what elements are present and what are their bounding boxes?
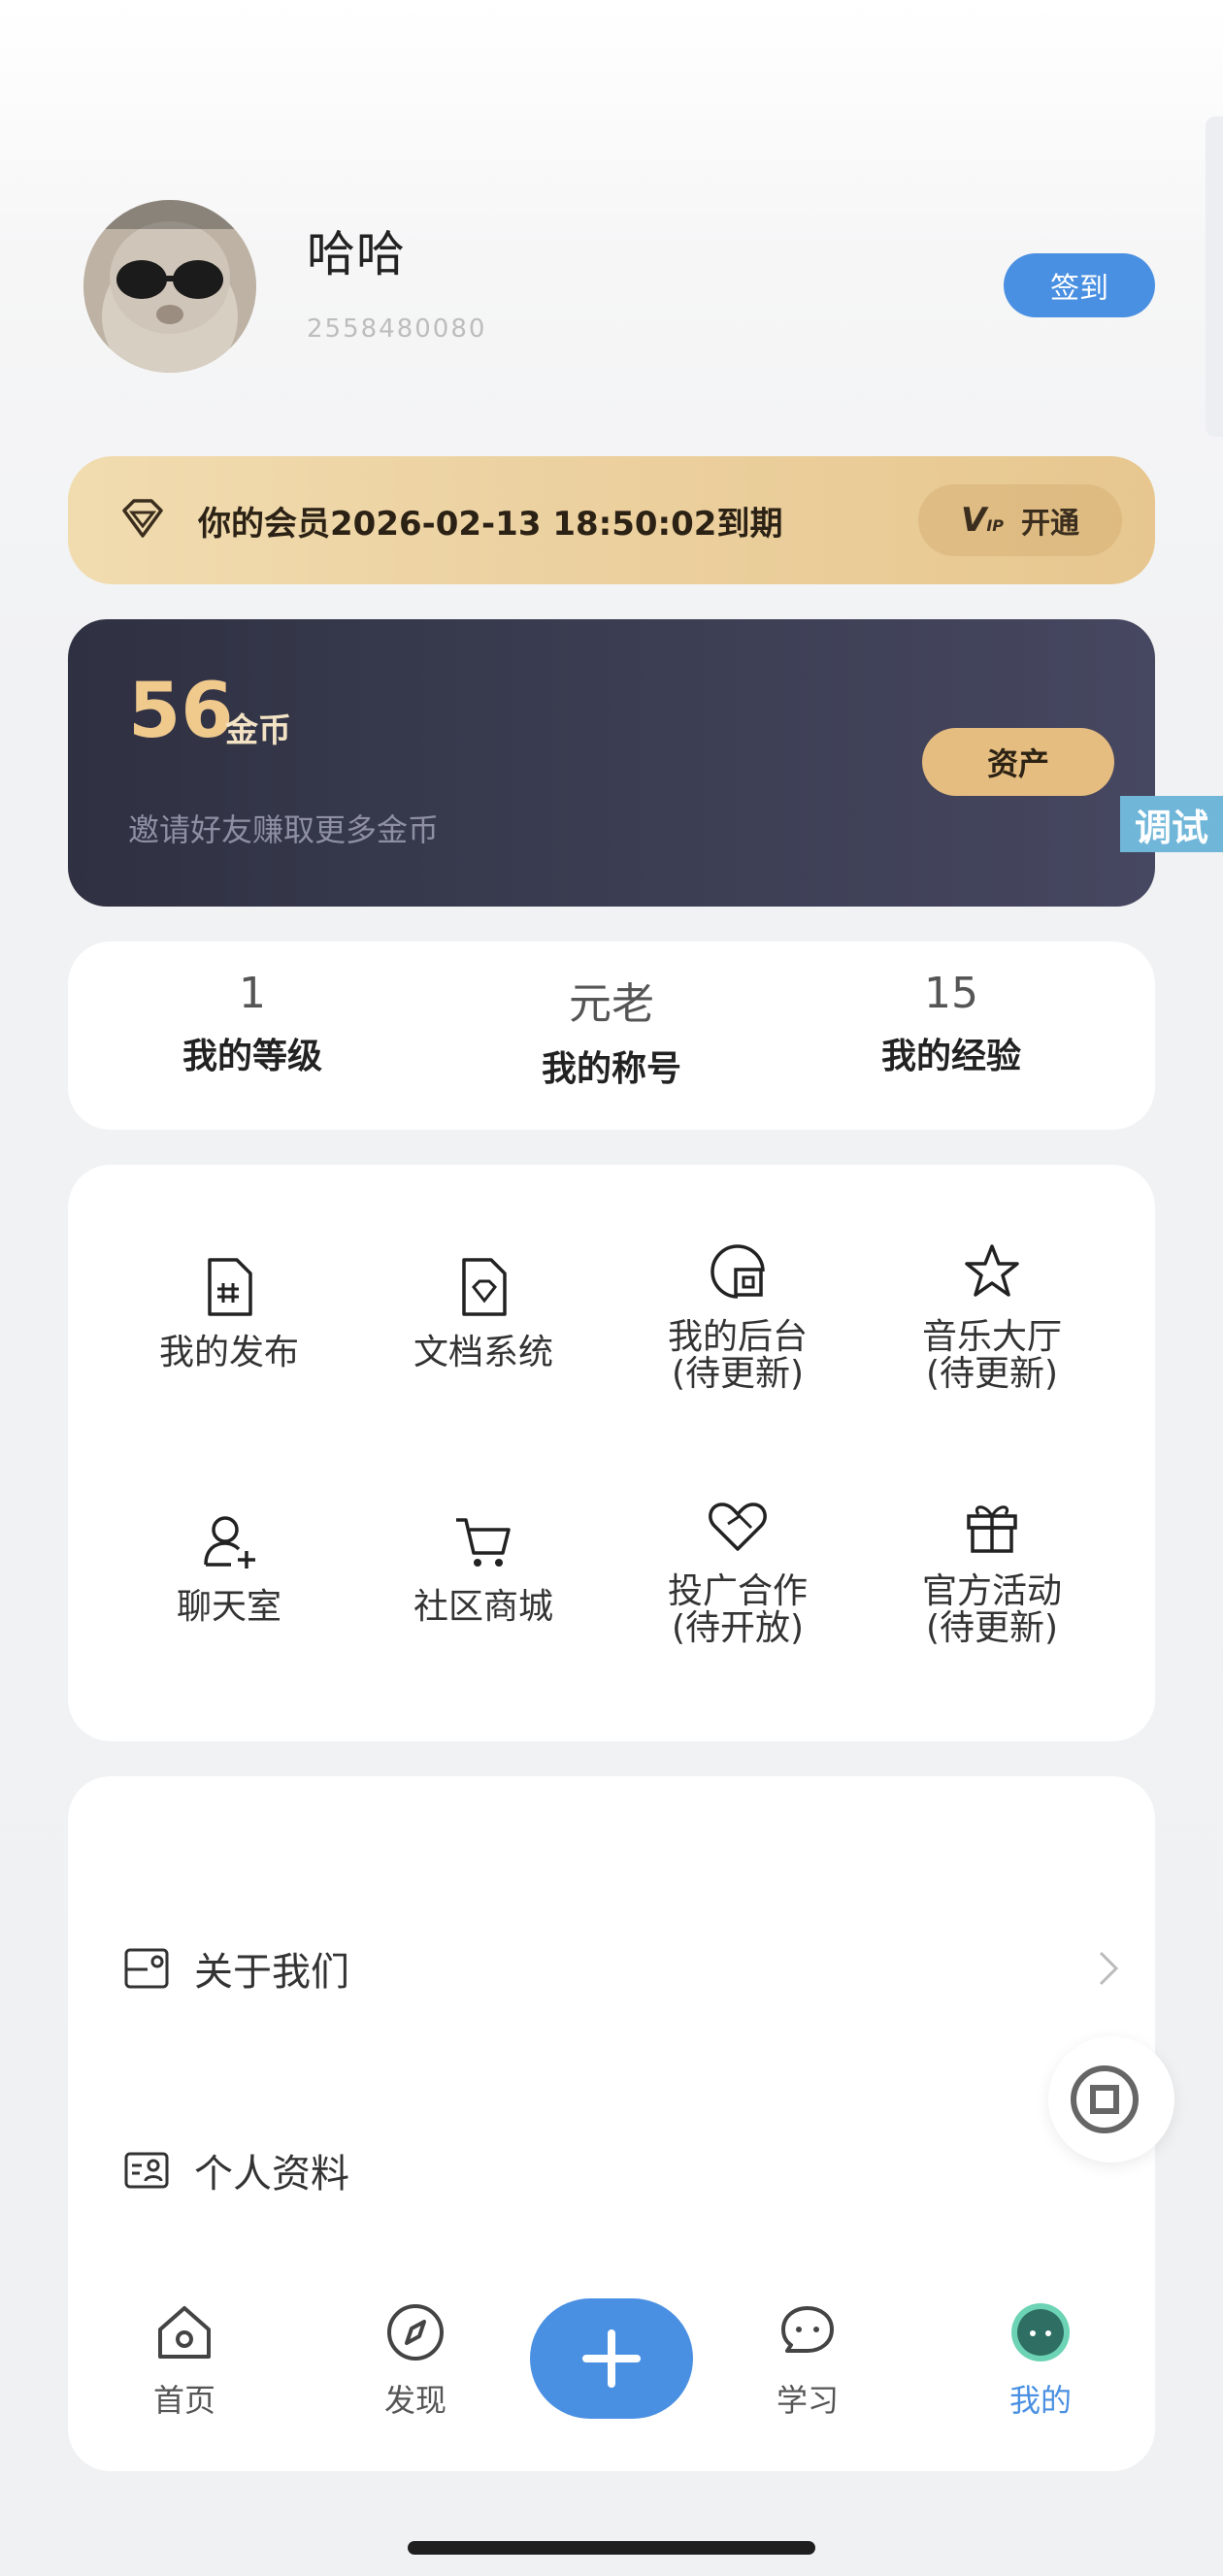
tab-study[interactable]: 学习 [730, 2300, 885, 2421]
diamond-icon [122, 499, 163, 538]
grid-item-sub: (待更新) [925, 1354, 1059, 1394]
grid-item-shop[interactable]: 社区商城 [367, 1510, 600, 1627]
stat-value: 15 [924, 969, 978, 1018]
grid-item-sub: (待更新) [671, 1354, 805, 1394]
grid-item-docs[interactable]: 文档系统 [367, 1256, 600, 1372]
stat-label: 我的称号 [541, 1049, 681, 1089]
grid-item-label: 我的发布 [158, 1333, 299, 1372]
stat-experience[interactable]: 15 我的经验 [777, 941, 1126, 1078]
tab-label: 我的 [1008, 2382, 1072, 2419]
grid-item-ads[interactable]: 投广合作 (待开放) [621, 1495, 854, 1646]
grid-item-my-posts[interactable]: 我的发布 [113, 1256, 346, 1372]
cart-icon [456, 1518, 511, 1567]
debug-tag[interactable]: 调试 [1120, 796, 1223, 852]
grid-item-sub: (待更新) [925, 1608, 1059, 1648]
stat-title[interactable]: 元老 我的称号 [437, 941, 786, 1091]
list-item-about[interactable]: 关于我们 [68, 1910, 1155, 2027]
floating-camera-button[interactable] [1048, 2036, 1174, 2163]
me-icon [1011, 2303, 1070, 2361]
grid-item-backend[interactable]: 我的后台 (待更新) [621, 1240, 854, 1392]
camera-icon [1071, 2065, 1139, 2133]
grid-item-label: 投广合作 [667, 1571, 808, 1611]
tab-home[interactable]: 首页 [107, 2300, 262, 2421]
tab-label: 学习 [776, 2382, 839, 2419]
list-item-profile[interactable]: 个人资料 [68, 2112, 1155, 2229]
chevron-right-icon [1099, 1951, 1119, 1986]
grid-item-label: 官方活动 [921, 1571, 1062, 1611]
feature-grid: 我的发布 文档系统 我的后台 (待更新) 音乐大厅 (待更新) 聊天室 社区商城… [68, 1165, 1155, 1741]
grid-item-label: 聊天室 [176, 1587, 281, 1627]
stat-label: 我的等级 [182, 1037, 322, 1076]
star-icon [965, 1244, 1019, 1297]
stats-card: 1 我的等级 元老 我的称号 15 我的经验 [68, 941, 1155, 1130]
grid-item-sub: (待开放) [671, 1608, 805, 1648]
doc-diamond-icon [462, 1258, 507, 1316]
grid-item-label: 我的后台 [667, 1317, 808, 1357]
doc-hash-icon [208, 1258, 252, 1316]
stat-value: 元老 [569, 979, 654, 1029]
grid-item-label: 音乐大厅 [921, 1317, 1062, 1357]
user-add-icon [204, 1516, 255, 1569]
tab-me[interactable]: 我的 [963, 2300, 1118, 2421]
assets-button[interactable]: 资产 [922, 728, 1114, 796]
plus-icon [582, 2329, 641, 2388]
stat-value: 1 [239, 969, 266, 1018]
home-icon [158, 2306, 211, 2359]
gift-icon [967, 1505, 1017, 1553]
grid-item-label: 文档系统 [413, 1333, 553, 1372]
vip-open-button[interactable]: VIP 开通 [918, 484, 1122, 556]
coin-subtitle: 邀请好友赚取更多金币 [128, 811, 440, 848]
coin-amount: 56 [128, 668, 234, 755]
compass-icon [387, 2304, 444, 2361]
tab-discover[interactable]: 发现 [338, 2300, 493, 2421]
backend-icon [711, 1244, 765, 1299]
grid-item-chatroom[interactable]: 聊天室 [113, 1510, 346, 1627]
vip-logo-letter: V [960, 501, 987, 540]
handshake-heart-icon [709, 1503, 767, 1551]
chat-icon [781, 2306, 834, 2353]
vip-logo-icon: VIP [961, 501, 1004, 540]
username: 哈哈 [307, 226, 406, 282]
scroll-indicator[interactable] [1206, 116, 1223, 437]
avatar-image [83, 200, 256, 373]
tab-label: 首页 [152, 2382, 215, 2419]
list-item-label: 关于我们 [194, 1950, 349, 1995]
user-id: 2558480080 [307, 314, 487, 344]
home-indicator[interactable] [408, 2541, 815, 2555]
about-icon [124, 1948, 169, 1989]
vip-expiry-text: 你的会员2026-02-13 18:50:02到期 [198, 505, 783, 544]
signin-button[interactable]: 签到 [1004, 253, 1155, 317]
vip-open-label: 开通 [1021, 507, 1079, 541]
grid-item-events[interactable]: 官方活动 (待更新) [876, 1495, 1108, 1646]
tab-label: 发现 [383, 2382, 446, 2419]
list-item-label: 个人资料 [194, 2152, 349, 2196]
grid-item-music[interactable]: 音乐大厅 (待更新) [876, 1240, 1108, 1392]
coin-unit: 金币 [225, 711, 291, 750]
stat-level[interactable]: 1 我的等级 [78, 941, 427, 1078]
avatar[interactable] [83, 200, 256, 373]
stat-label: 我的经验 [880, 1037, 1021, 1076]
create-post-button[interactable] [530, 2298, 693, 2419]
profile-card-icon [124, 2152, 169, 2189]
grid-item-label: 社区商城 [413, 1587, 553, 1627]
vip-logo-sub: IP [986, 516, 1004, 535]
